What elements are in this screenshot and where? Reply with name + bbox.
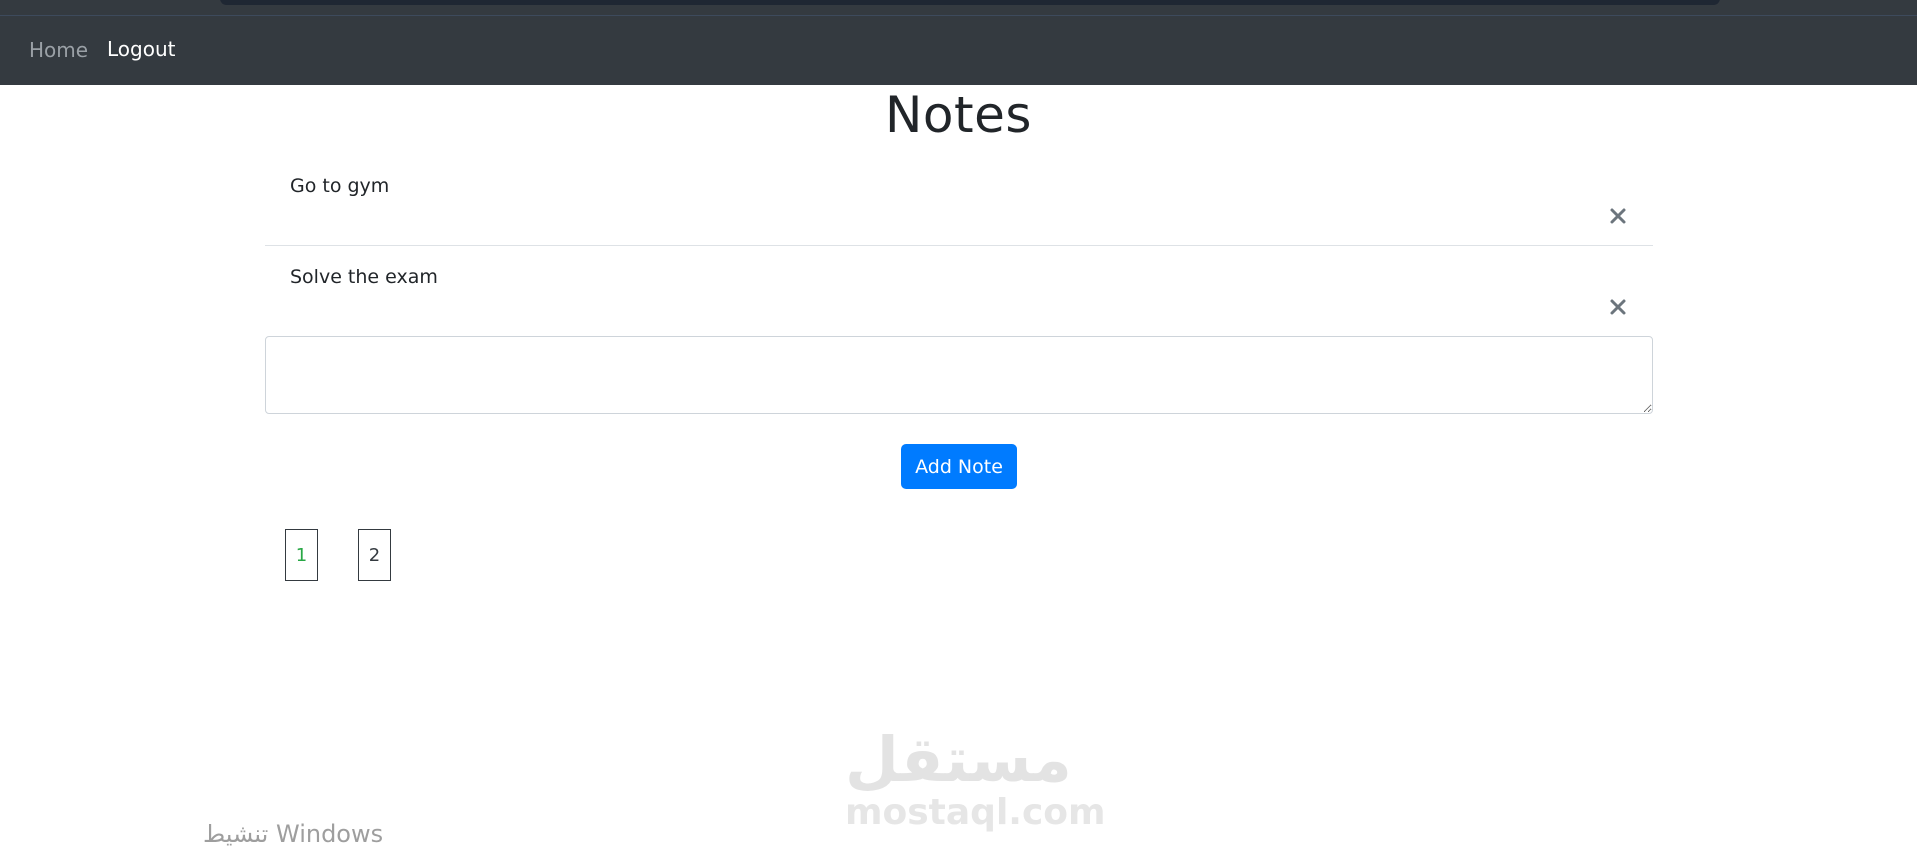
browser-address-pill <box>220 0 1720 5</box>
watermark-logo: مستقل mostaql.com <box>845 723 1106 840</box>
browser-top-strip <box>0 0 1917 16</box>
pagination-page-2[interactable]: 2 <box>358 529 391 581</box>
watermark-arabic: مستقل <box>845 723 1072 796</box>
note-text: Go to gym <box>290 175 390 197</box>
close-icon[interactable] <box>1609 298 1627 316</box>
nav-home-link[interactable]: Home <box>29 38 88 62</box>
note-text: Solve the exam <box>290 266 438 288</box>
close-icon[interactable] <box>1609 207 1627 225</box>
watermark-latin: mostaql.com <box>845 792 1106 833</box>
note-input[interactable] <box>265 336 1653 414</box>
pagination-page-1[interactable]: 1 <box>285 529 318 581</box>
add-note-button[interactable]: Add Note <box>901 444 1017 489</box>
os-activation-text: تنشيط Windows <box>203 820 384 848</box>
nav-logout-link[interactable]: Logout <box>107 37 175 61</box>
note-item: Solve the exam <box>265 246 1653 337</box>
navbar: Home Logout <box>0 16 1917 85</box>
page-title: Notes <box>885 86 1032 144</box>
note-item: Go to gym <box>265 155 1653 246</box>
